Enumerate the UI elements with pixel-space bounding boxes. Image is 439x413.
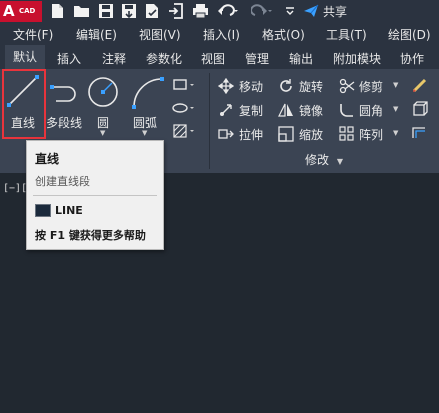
trim-button[interactable]: 修剪 ▼ <box>339 77 409 95</box>
print-icon[interactable] <box>192 3 209 19</box>
menu-file[interactable]: 文件(F) <box>13 26 53 43</box>
tooltip-help: 按 F1 键获得更多帮助 <box>35 229 146 242</box>
arc-button[interactable]: 圆弧 ▼ <box>128 71 164 137</box>
undo-icon[interactable] <box>217 3 239 19</box>
tab-manage[interactable]: 管理 <box>245 50 269 67</box>
circle-icon <box>88 77 118 107</box>
array-button[interactable]: 阵列 ▼ <box>339 125 409 143</box>
import-icon[interactable] <box>168 3 184 19</box>
polyline-label: 多段线 <box>46 116 83 130</box>
tooltip-divider <box>33 195 157 196</box>
scale-icon <box>278 126 294 142</box>
app-logo[interactable]: A CAD <box>0 1 42 22</box>
stretch-icon <box>218 129 234 139</box>
copy-button[interactable]: 复制 <box>218 101 268 119</box>
fillet-button[interactable]: 圆角 ▼ <box>339 101 409 119</box>
fillet-dropdown-icon[interactable]: ▼ <box>393 105 398 113</box>
rectangle-icon[interactable] <box>172 77 196 93</box>
scale-button[interactable]: 缩放 <box>278 125 338 143</box>
hatch-icon[interactable] <box>172 123 196 139</box>
share-plane-icon <box>304 4 319 17</box>
mirror-button[interactable]: 镜像 <box>278 101 338 119</box>
command-prompt-icon <box>35 204 51 217</box>
ellipse-icon[interactable] <box>172 100 196 116</box>
move-label: 移动 <box>239 80 264 94</box>
redo-icon[interactable] <box>251 3 273 19</box>
tab-annotate[interactable]: 注释 <box>102 50 126 67</box>
move-button[interactable]: 移动 <box>218 77 268 95</box>
tab-addins[interactable]: 附加模块 <box>333 50 381 67</box>
arc-icon <box>132 77 164 109</box>
tab-output[interactable]: 输出 <box>289 50 313 67</box>
copy-label: 复制 <box>239 104 264 118</box>
quick-access-toolbar: A CAD 共享 <box>0 0 439 23</box>
explode-icon[interactable] <box>411 100 429 118</box>
app-logo-sub: CAD <box>19 7 36 15</box>
menu-draw[interactable]: 绘图(D) <box>388 26 431 43</box>
polyline-button[interactable]: 多段线 <box>46 71 84 137</box>
modify-panel-title[interactable]: 修改 ▼ <box>305 151 343 168</box>
save-to-web-icon[interactable] <box>145 3 160 19</box>
open-folder-icon[interactable] <box>73 3 90 19</box>
tab-parametric[interactable]: 参数化 <box>146 50 182 67</box>
circle-dropdown-icon[interactable]: ▼ <box>100 129 105 137</box>
move-icon <box>218 78 234 94</box>
scale-label: 缩放 <box>299 128 324 142</box>
tab-insert[interactable]: 插入 <box>57 50 81 67</box>
rotate-label: 旋转 <box>299 80 324 94</box>
stretch-button[interactable]: 拉伸 <box>218 125 268 143</box>
rotate-icon <box>280 79 292 92</box>
circle-button[interactable]: 圆 ▼ <box>86 71 120 137</box>
tab-default[interactable]: 默认 <box>5 45 46 69</box>
share-label: 共享 <box>323 4 348 19</box>
array-dropdown-icon[interactable]: ▼ <box>393 129 398 137</box>
save-icon[interactable] <box>98 3 114 19</box>
menu-tools[interactable]: 工具(T) <box>326 26 367 43</box>
menu-format[interactable]: 格式(O) <box>262 26 305 43</box>
menu-bar: 文件(F) 编辑(E) 视图(V) 插入(I) 格式(O) 工具(T) 绘图(D… <box>0 23 439 45</box>
new-file-icon[interactable] <box>50 3 64 19</box>
menu-view[interactable]: 视图(V) <box>139 26 181 43</box>
tooltip-command: LINE <box>55 204 83 217</box>
menu-edit[interactable]: 编辑(E) <box>76 26 117 43</box>
line-button-highlight <box>2 69 46 139</box>
trim-label: 修剪 <box>359 80 384 94</box>
array-label: 阵列 <box>359 128 384 142</box>
trim-dropdown-icon[interactable]: ▼ <box>393 81 398 89</box>
tab-view[interactable]: 视图 <box>201 50 225 67</box>
arc-dropdown-icon[interactable]: ▼ <box>142 129 147 137</box>
fillet-icon <box>340 104 353 117</box>
mirror-label: 镜像 <box>299 104 324 118</box>
array-icon <box>339 126 354 141</box>
share-button[interactable]: 共享 <box>303 3 347 19</box>
menu-insert[interactable]: 插入(I) <box>203 26 240 43</box>
customize-qat-chevron-icon[interactable] <box>285 3 295 19</box>
app-logo-letter: A <box>3 2 15 20</box>
tooltip-title: 直线 <box>35 152 60 166</box>
copy-icon <box>220 104 232 116</box>
mirror-icon <box>278 103 293 117</box>
stretch-label: 拉伸 <box>239 128 264 142</box>
modify-panel-expand-icon: ▼ <box>336 157 343 166</box>
tooltip-description: 创建直线段 <box>35 175 90 188</box>
fillet-label: 圆角 <box>359 104 384 118</box>
line-tooltip: 直线 创建直线段 LINE 按 F1 键获得更多帮助 <box>26 140 164 250</box>
viewport-controls[interactable]: [−][ <box>3 183 27 194</box>
offset-icon[interactable] <box>411 124 429 142</box>
erase-icon[interactable] <box>411 76 429 94</box>
rotate-button[interactable]: 旋转 <box>278 77 338 95</box>
polyline-icon <box>50 85 76 102</box>
tab-collaborate[interactable]: 协作 <box>400 50 424 67</box>
trim-icon <box>339 78 355 94</box>
ribbon-tab-bar: 默认 插入 注释 参数化 视图 管理 输出 附加模块 协作 <box>0 45 439 70</box>
save-as-icon[interactable] <box>121 3 137 19</box>
